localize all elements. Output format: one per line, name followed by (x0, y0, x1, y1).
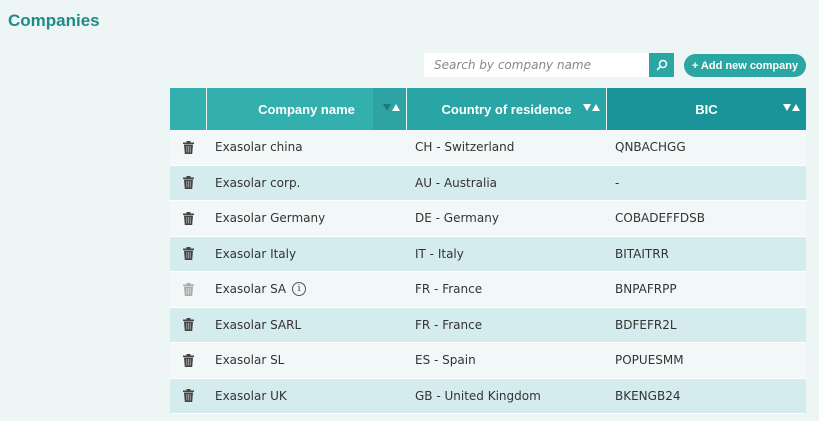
search-icon (656, 59, 667, 71)
row-actions (170, 308, 207, 343)
row-actions (170, 201, 207, 236)
trash-icon (183, 247, 194, 261)
companies-table: Company name Country of residence BIC Ex… (170, 88, 806, 414)
company-name: Exasolar UK (215, 388, 287, 403)
header-bic-label: BIC (695, 101, 718, 117)
cell-country: GB - United Kingdom (415, 388, 541, 403)
search-input[interactable] (424, 53, 649, 77)
table-row[interactable]: Exasolar SL ES - Spain POPUESMM (170, 343, 806, 379)
add-new-company-button[interactable]: + Add new company (684, 54, 806, 77)
row-actions (170, 343, 207, 378)
table-row[interactable]: Exasolar SARL FR - France BDFEFR2L (170, 307, 806, 343)
cell-company-name: Exasolar Germany (207, 201, 407, 236)
delete-button (183, 282, 194, 296)
trash-icon (183, 318, 194, 332)
company-name: Exasolar Italy (215, 246, 297, 261)
header-actions (170, 88, 207, 130)
cell-country: FR - France (415, 317, 483, 332)
cell-bic: POPUESMM (615, 353, 684, 368)
trash-icon (183, 389, 194, 403)
trash-icon (183, 176, 194, 190)
cell-company-name: Exasolar china (207, 130, 407, 165)
table-body: Exasolar china CH - Switzerland QNBACHGG… (170, 130, 806, 414)
header-company-name[interactable]: Company name (207, 88, 407, 130)
cell-company-name: Exasolar SA i (207, 272, 407, 307)
cell-bic: QNBACHGG (615, 140, 686, 155)
trash-icon (183, 282, 194, 296)
delete-button[interactable] (183, 176, 194, 190)
row-actions (170, 237, 207, 272)
info-icon[interactable]: i (292, 282, 307, 297)
delete-button[interactable] (183, 211, 194, 225)
cell-country: AU - Australia (415, 175, 498, 190)
table-row[interactable]: Exasolar corp. AU - Australia - (170, 165, 806, 201)
table-row[interactable]: Exasolar SA i FR - France BNPAFRPP (170, 272, 806, 308)
delete-button[interactable] (183, 353, 194, 367)
cell-company-name: Exasolar Italy (207, 237, 407, 272)
table-row[interactable]: Exasolar china CH - Switzerland QNBACHGG (170, 130, 806, 166)
cell-company-name: Exasolar SL (207, 343, 407, 378)
company-name: Exasolar SARL (215, 317, 302, 332)
cell-country: IT - Italy (415, 246, 464, 261)
row-actions (170, 379, 207, 414)
cell-country: CH - Switzerland (415, 140, 515, 155)
cell-company-name: Exasolar UK (207, 379, 407, 414)
trash-icon (183, 211, 194, 225)
row-actions (170, 130, 207, 165)
company-name: Exasolar SA (215, 282, 287, 297)
search-button[interactable] (649, 53, 674, 77)
table-row[interactable]: Exasolar Italy IT - Italy BITAITRR (170, 236, 806, 272)
header-country[interactable]: Country of residence (407, 88, 607, 130)
cell-bic: - (615, 175, 620, 190)
cell-bic: BKENGB24 (615, 388, 681, 403)
trash-icon (183, 140, 194, 154)
cell-country: DE - Germany (415, 211, 499, 226)
page-title: Companies (8, 11, 100, 30)
table-row[interactable]: Exasolar UK GB - United Kingdom BKENGB24 (170, 378, 806, 414)
cell-bic: COBADEFFDSB (615, 211, 705, 226)
cell-company-name: Exasolar SARL (207, 308, 407, 343)
header-country-label: Country of residence (441, 101, 572, 117)
row-actions (170, 272, 207, 307)
cell-bic: BDFEFR2L (615, 317, 677, 332)
cell-bic: BITAITRR (615, 246, 669, 261)
trash-icon (183, 353, 194, 367)
row-actions (170, 166, 207, 201)
header-company-name-label: Company name (258, 101, 355, 117)
cell-company-name: Exasolar corp. (207, 166, 407, 201)
company-name: Exasolar SL (215, 353, 285, 368)
delete-button[interactable] (183, 247, 194, 261)
company-name: Exasolar corp. (215, 175, 301, 190)
delete-button[interactable] (183, 140, 194, 154)
delete-button[interactable] (183, 318, 194, 332)
company-name: Exasolar Germany (215, 211, 326, 226)
cell-country: ES - Spain (415, 353, 476, 368)
sort-arrows-icon (383, 104, 400, 111)
sort-arrows-icon[interactable] (583, 104, 600, 111)
delete-button[interactable] (183, 389, 194, 403)
sort-arrows-icon[interactable] (783, 104, 800, 111)
company-name: Exasolar china (215, 140, 303, 155)
search-box (424, 53, 674, 77)
table-row[interactable]: Exasolar Germany DE - Germany COBADEFFDS… (170, 201, 806, 237)
header-bic[interactable]: BIC (607, 88, 806, 130)
cell-bic: BNPAFRPP (615, 282, 677, 297)
cell-country: FR - France (415, 282, 483, 297)
table-header: Company name Country of residence BIC (170, 88, 806, 130)
